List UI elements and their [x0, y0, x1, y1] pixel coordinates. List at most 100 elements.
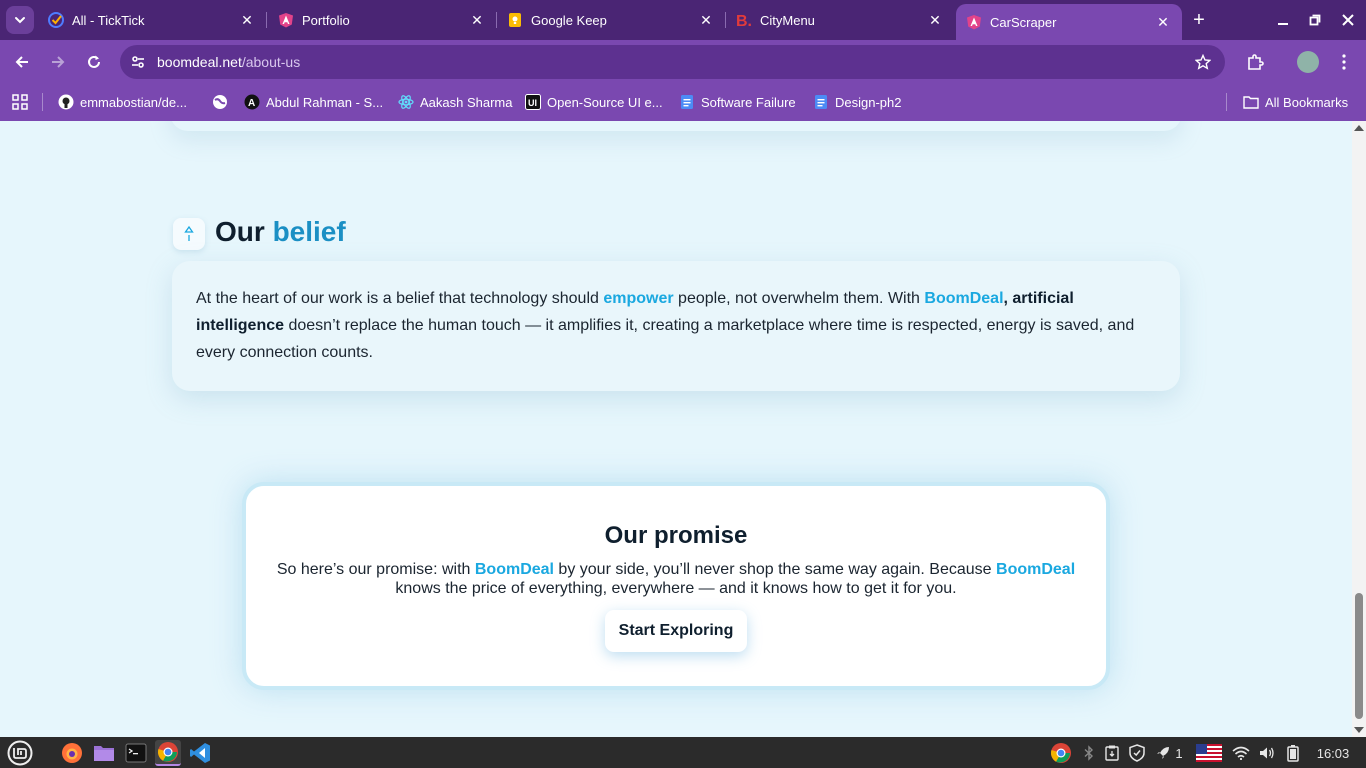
- tab-citymenu[interactable]: B. CityMenu ✕: [726, 5, 954, 35]
- url-text[interactable]: boomdeal.net/about-us: [157, 54, 300, 70]
- scrollbar-thumb[interactable]: [1355, 593, 1363, 719]
- taskbar-terminal[interactable]: [123, 740, 149, 766]
- tab-google-keep[interactable]: Google Keep ✕: [497, 5, 725, 35]
- bookmark-star-icon[interactable]: [1193, 52, 1213, 72]
- scroll-down-icon[interactable]: [1354, 727, 1364, 733]
- bookmark-emmabostian[interactable]: emmabostian/de...: [58, 92, 187, 112]
- taskbar-vscode[interactable]: [187, 740, 213, 766]
- react-icon: [398, 94, 414, 110]
- bluetooth-icon: [1084, 745, 1094, 761]
- bookmarks-separator: [42, 93, 43, 111]
- keep-icon: [507, 12, 523, 28]
- battery-icon: [1287, 745, 1299, 762]
- promise-text-1: So here’s our promise: with: [276, 561, 475, 578]
- svg-text:B.: B.: [736, 13, 752, 28]
- tray-notifications[interactable]: 1: [1153, 743, 1185, 763]
- arrow-right-icon: [52, 56, 65, 68]
- close-tab-icon[interactable]: ✕: [1154, 13, 1172, 31]
- tab-title: CarScraper: [990, 14, 1057, 30]
- belief-highlight-empower: empower: [603, 290, 674, 307]
- reload-button[interactable]: [80, 48, 108, 76]
- scroll-up-icon[interactable]: [1354, 125, 1364, 131]
- start-exploring-button[interactable]: Start Exploring: [605, 610, 747, 652]
- new-tab-button[interactable]: +: [1188, 9, 1210, 31]
- github-icon: [58, 94, 74, 110]
- bookmark-label: Software Failure: [701, 94, 796, 110]
- tab-title: Portfolio: [302, 12, 350, 28]
- tray-shield[interactable]: [1127, 743, 1147, 763]
- belief-text-1: At the heart of our work is a belief tha…: [196, 290, 604, 307]
- tab-carscraper[interactable]: CarScraper ✕: [956, 4, 1182, 40]
- bookmark-label: Aakash Sharma: [420, 94, 513, 110]
- bookmarks-bar: emmabostian/de... A Abdul Rahman - S... …: [0, 84, 1366, 121]
- taskbar-files[interactable]: [91, 740, 117, 766]
- tray-battery[interactable]: [1285, 743, 1301, 763]
- bookmark-aakash-sharma[interactable]: Aakash Sharma: [398, 92, 513, 112]
- bookmark-open-source-ui[interactable]: UI Open-Source UI e...: [525, 92, 663, 112]
- back-button[interactable]: [8, 48, 36, 76]
- apps-button[interactable]: [12, 92, 28, 112]
- url-host: boomdeal.net: [157, 54, 242, 70]
- tab-search-button[interactable]: [6, 6, 34, 34]
- restore-button[interactable]: [1303, 8, 1327, 32]
- svg-text:A: A: [248, 98, 255, 109]
- start-menu-button[interactable]: [7, 740, 33, 766]
- bookmark-design-ph2[interactable]: Design-ph2: [813, 92, 902, 112]
- bookmark-label: Abdul Rahman - S...: [266, 94, 384, 110]
- profile-button[interactable]: [1296, 50, 1320, 74]
- belief-heading-plain: Our: [215, 216, 273, 247]
- tray-bluetooth[interactable]: [1081, 743, 1097, 763]
- notifications-count: 1: [1175, 745, 1183, 761]
- reload-icon: [88, 55, 100, 68]
- close-tab-icon[interactable]: ✕: [697, 11, 715, 29]
- volume-icon: [1260, 747, 1274, 759]
- promise-highlight-boomdeal: BoomDeal: [474, 561, 554, 578]
- citymenu-icon: B.: [736, 12, 752, 28]
- angular-icon: [966, 14, 982, 30]
- chrome-icon: [158, 742, 178, 762]
- taskbar-chrome[interactable]: [155, 740, 181, 766]
- tray-chrome[interactable]: [1049, 743, 1073, 763]
- belief-heading-accent: belief: [272, 216, 346, 247]
- restore-icon: [1309, 14, 1321, 26]
- all-bookmarks-button[interactable]: All Bookmarks: [1243, 92, 1348, 112]
- ui-logo-icon: UI: [525, 94, 541, 110]
- browser-toolbar: boomdeal.net/about-us: [0, 40, 1366, 84]
- bookmarks-separator: [1226, 93, 1227, 111]
- taskbar-firefox[interactable]: [59, 740, 85, 766]
- bookmark-abdul-rahman[interactable]: A Abdul Rahman - S...: [244, 92, 383, 112]
- tray-clipboard[interactable]: [1103, 743, 1121, 763]
- bookmark-globe[interactable]: [212, 92, 234, 112]
- close-tab-icon[interactable]: ✕: [926, 11, 944, 29]
- address-bar[interactable]: boomdeal.net/about-us: [120, 45, 1225, 79]
- bookmark-software-failure[interactable]: Software Failure: [679, 92, 796, 112]
- tray-wifi[interactable]: [1231, 743, 1251, 763]
- extensions-button[interactable]: [1243, 50, 1267, 74]
- docs-icon: [679, 94, 695, 110]
- close-tab-icon[interactable]: ✕: [468, 11, 486, 29]
- angular-icon: [278, 12, 294, 28]
- more-vert-icon: [1342, 54, 1346, 70]
- page-viewport: Our belief At the heart of our work is a…: [0, 121, 1352, 737]
- promise-text-2: by your side, you’ll never shop the same…: [553, 561, 997, 578]
- bookmark-label: emmabostian/de...: [80, 94, 187, 110]
- forward-button[interactable]: [44, 48, 72, 76]
- belief-card: At the heart of our work is a belief tha…: [172, 261, 1180, 391]
- tab-ticktick[interactable]: All - TickTick ✕: [38, 5, 266, 35]
- page-scrollbar[interactable]: [1352, 121, 1366, 737]
- bookmark-label: Design-ph2: [835, 94, 902, 110]
- tray-keyboard-layout[interactable]: [1196, 743, 1222, 763]
- close-tab-icon[interactable]: ✕: [238, 11, 256, 29]
- close-window-button[interactable]: [1336, 8, 1360, 32]
- browser-menu-button[interactable]: [1332, 50, 1356, 74]
- minimize-button[interactable]: [1271, 8, 1295, 32]
- site-info-icon[interactable]: [128, 52, 148, 72]
- clock[interactable]: 16:03: [1308, 743, 1358, 763]
- belief-heading: Our belief: [215, 216, 346, 248]
- ticktick-icon: [48, 12, 64, 28]
- close-icon: [1342, 14, 1354, 26]
- tray-volume[interactable]: [1257, 743, 1277, 763]
- linux-mint-icon: [7, 740, 33, 766]
- arrow-left-icon: [15, 56, 28, 68]
- tab-portfolio[interactable]: Portfolio ✕: [268, 5, 496, 35]
